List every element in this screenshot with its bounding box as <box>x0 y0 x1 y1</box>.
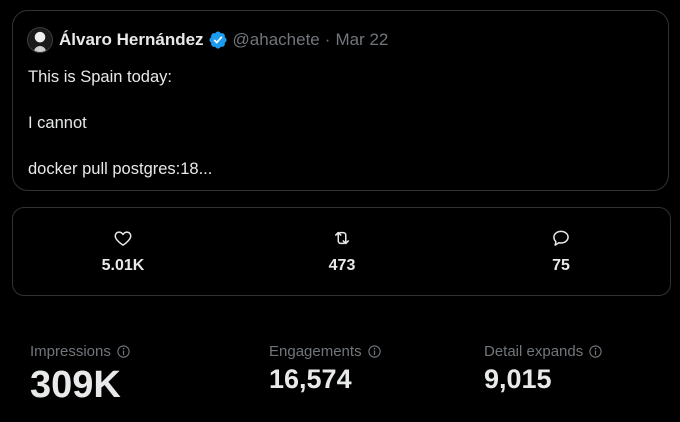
tweet-line: I cannot <box>28 114 87 132</box>
author-handle[interactable]: @ahachete <box>233 30 320 50</box>
author-name[interactable]: Álvaro Hernández <box>59 30 204 50</box>
engagement-bar: 5.01K 473 75 <box>12 207 671 296</box>
tweet-header: Álvaro Hernández @ahachete · Mar 22 <box>27 26 388 53</box>
metric-value: 309K <box>30 364 121 406</box>
heart-icon <box>114 231 132 246</box>
avatar[interactable] <box>27 26 53 53</box>
detail-expands-metric: Detail expands 9,015 <box>484 343 603 395</box>
metric-label: Impressions <box>30 343 111 360</box>
impressions-metric: Impressions 309K <box>30 343 131 407</box>
tweet-line: docker pull postgres:18... <box>28 160 213 178</box>
quoted-tweet-card[interactable]: Álvaro Hernández @ahachete · Mar 22 This… <box>12 10 669 191</box>
info-icon[interactable] <box>367 344 382 359</box>
tweet-line: This is Spain today: <box>28 68 172 86</box>
metric-label: Detail expands <box>484 343 584 360</box>
metric-label: Engagements <box>269 343 362 360</box>
metric-value: 16,574 <box>269 364 352 394</box>
verified-badge-icon <box>209 30 227 49</box>
reply-icon <box>553 230 569 246</box>
reposts-stat[interactable]: 473 <box>282 228 402 275</box>
reposts-count: 473 <box>328 257 356 274</box>
engagements-metric: Engagements 16,574 <box>269 343 382 395</box>
metric-value: 9,015 <box>484 364 552 394</box>
separator-dot: · <box>324 29 331 49</box>
replies-stat[interactable]: 75 <box>501 228 621 275</box>
info-icon[interactable] <box>588 344 603 359</box>
likes-stat[interactable]: 5.01K <box>63 228 183 275</box>
replies-count: 75 <box>552 257 570 274</box>
likes-count: 5.01K <box>101 257 145 274</box>
info-icon[interactable] <box>116 344 131 359</box>
repost-icon <box>335 231 349 245</box>
tweet-date[interactable]: Mar 22 <box>335 30 388 50</box>
